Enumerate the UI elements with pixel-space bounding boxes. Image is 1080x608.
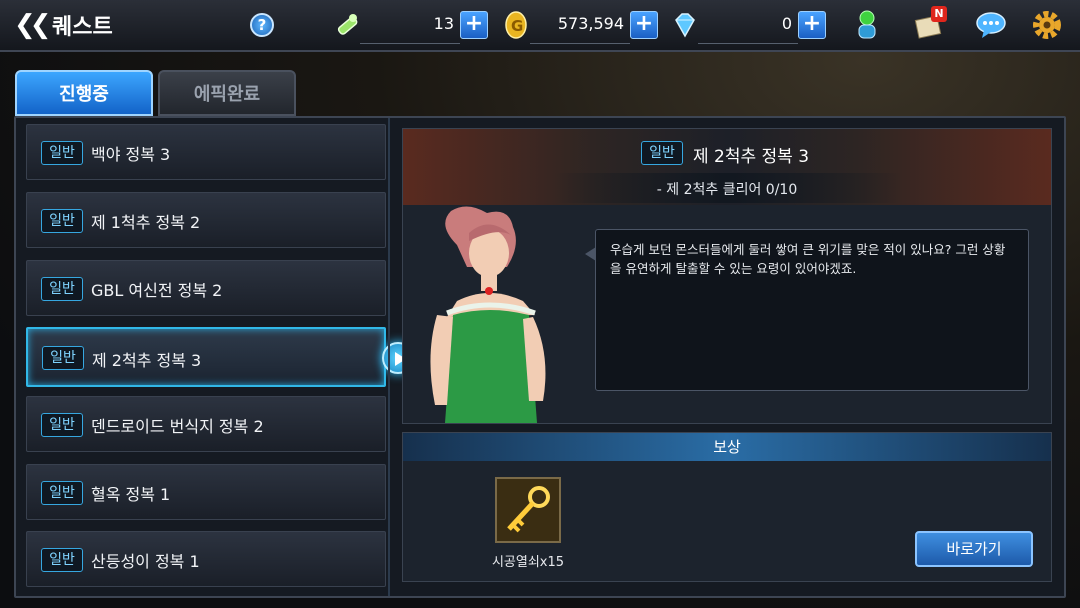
- reward-item-slot[interactable]: [495, 477, 561, 543]
- reward-item-label: 시공열쇠x15: [491, 555, 565, 570]
- gem-icon: [675, 13, 695, 38]
- quest-name: 제 1척추 정복 2: [91, 213, 201, 232]
- gem-counter: 0 +: [670, 10, 830, 44]
- list-item[interactable]: 일반 혈옥 정복 1: [26, 464, 386, 520]
- quest-name: 혈옥 정복 1: [91, 485, 171, 504]
- new-badge: N: [931, 6, 947, 22]
- quest-name: 산등성이 정복 1: [91, 552, 200, 571]
- gem-value: 0: [781, 14, 792, 33]
- quest-type-badge: 일반: [41, 141, 83, 165]
- page-title: 퀘스트: [52, 15, 113, 40]
- add-stamina-button[interactable]: +: [460, 11, 488, 39]
- list-item[interactable]: 일반 제 1척추 정복 2: [26, 192, 386, 248]
- quest-type-badge: 일반: [41, 548, 83, 572]
- quest-type-badge: 일반: [41, 481, 83, 505]
- friends-icon[interactable]: [852, 8, 886, 42]
- list-item[interactable]: 일반 산등성이 정복 1: [26, 531, 386, 587]
- quest-panel: 일반 백야 정복 3 일반 제 1척추 정복 2 일반 GBL 여신전 정복 2…: [14, 116, 1066, 598]
- quest-objective: - 제 2척추 클리어 0/10: [656, 182, 798, 198]
- reward-header: 보상: [403, 433, 1051, 461]
- quest-type-badge: 일반: [41, 413, 83, 437]
- golden-key-icon: [497, 479, 559, 541]
- settings-gear-icon[interactable]: [1030, 8, 1064, 42]
- quest-type-badge: 일반: [41, 209, 83, 233]
- npc-portrait: [430, 206, 546, 423]
- quest-name: GBL 여신전 정복 2: [91, 281, 223, 300]
- stamina-counter: 13 +: [332, 10, 492, 44]
- back-arrow-icon[interactable]: ❮❮: [14, 10, 52, 40]
- svg-text:G: G: [511, 17, 523, 35]
- gold-counter: G 573,594 +: [502, 10, 662, 44]
- gold-value: 573,594: [557, 14, 624, 33]
- stamina-icon: [337, 14, 358, 35]
- add-gem-button[interactable]: +: [798, 11, 826, 39]
- quest-type-badge: 일반: [641, 141, 683, 165]
- help-icon[interactable]: ?: [250, 13, 274, 37]
- list-item-selected[interactable]: 일반 제 2척추 정복 3: [26, 327, 386, 387]
- gold-coin-icon: G: [505, 11, 527, 39]
- top-bar: ❮❮ 퀘스트 ? 13 + G 573,594 + 0 + N: [0, 0, 1080, 52]
- quest-detail: 일반 제 2척추 정복 3 - 제 2척추 클리어 0/10 우습게 보던 몬스…: [402, 128, 1052, 424]
- quest-banner: 일반 제 2척추 정복 3 - 제 2척추 클리어 0/10: [403, 129, 1051, 205]
- divider: [388, 118, 390, 596]
- quest-type-badge: 일반: [42, 346, 84, 370]
- quest-name: 백야 정복 3: [91, 145, 171, 164]
- quest-name: 제 2척추 정복 3: [92, 351, 202, 370]
- go-now-button[interactable]: 바로가기: [915, 531, 1033, 567]
- list-item[interactable]: 일반 백야 정복 3: [26, 124, 386, 180]
- quest-list: 일반 백야 정복 3 일반 제 1척추 정복 2 일반 GBL 여신전 정복 2…: [26, 124, 414, 594]
- stamina-value: 13: [433, 14, 454, 33]
- list-item[interactable]: 일반 GBL 여신전 정복 2: [26, 260, 386, 316]
- quest-type-badge: 일반: [41, 277, 83, 301]
- quest-name: 덴드로이드 번식지 정복 2: [91, 417, 264, 436]
- list-item[interactable]: 일반 덴드로이드 번식지 정복 2: [26, 396, 386, 452]
- npc-dialog-text: 우습게 보던 몬스터들에게 둘러 쌓여 큰 위기를 맞은 적이 있나요? 그런 …: [610, 242, 1006, 276]
- reward-panel: 보상 시공열쇠x15 바로가기: [402, 432, 1052, 582]
- quest-screen: ❮❮ 퀘스트 ? 13 + G 573,594 + 0 + N 진행중 에픽완료…: [0, 0, 1080, 608]
- tab-in-progress[interactable]: 진행중: [15, 70, 153, 116]
- npc-dialog-box: 우습게 보던 몬스터들에게 둘러 쌓여 큰 위기를 맞은 적이 있나요? 그런 …: [595, 229, 1029, 391]
- quest-title: 제 2척추 정복 3: [693, 147, 810, 167]
- tab-epic-completed[interactable]: 에픽완료: [158, 70, 296, 116]
- add-gold-button[interactable]: +: [630, 11, 658, 39]
- chat-icon[interactable]: [974, 8, 1008, 42]
